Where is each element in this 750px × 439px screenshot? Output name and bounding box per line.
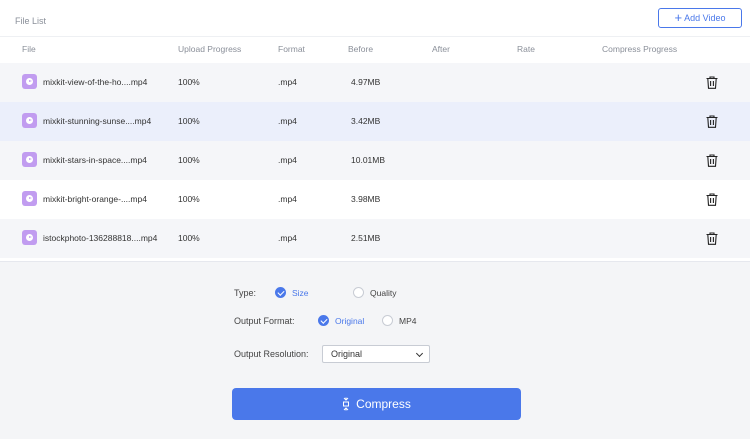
type-size-label: Size [292, 287, 309, 298]
video-file-icon [22, 152, 37, 167]
type-size-radio[interactable]: Size [275, 287, 309, 298]
file-format: .mp4 [278, 194, 297, 204]
size-before: 2.51MB [351, 233, 381, 243]
chevron-down-icon [415, 349, 424, 358]
file-list-panel: File List + Add Video File Upload Progre… [0, 0, 750, 262]
size-before: 10.01MB [351, 155, 386, 165]
type-label: Type: [234, 288, 257, 298]
file-name: mixkit-stunning-sunse....mp4 [43, 116, 152, 126]
video-file-icon [22, 113, 37, 128]
output-format-label: Output Format: [234, 316, 295, 326]
file-name: istockphoto-136288818....mp4 [43, 233, 158, 243]
table-row[interactable]: istockphoto-136288818....mp4 100% .mp4 2… [0, 219, 750, 258]
format-original-radio[interactable]: Original [318, 315, 364, 326]
trash-icon[interactable] [706, 76, 718, 89]
add-video-button[interactable]: + Add Video [658, 8, 742, 28]
trash-icon[interactable] [706, 232, 718, 245]
video-file-icon [22, 191, 37, 206]
type-quality-label: Quality [370, 287, 397, 298]
table-header: File Upload Progress Format Before After… [0, 36, 750, 60]
col-format: Format [278, 44, 305, 54]
compress-icon [343, 397, 350, 411]
upload-progress: 100% [178, 194, 200, 204]
output-resolution-value: Original [331, 349, 363, 359]
table-row[interactable]: mixkit-view-of-the-ho....mp4 100% .mp4 4… [0, 63, 750, 102]
file-name: mixkit-view-of-the-ho....mp4 [43, 77, 148, 87]
table-row[interactable]: mixkit-stunning-sunse....mp4 100% .mp4 3… [0, 102, 750, 141]
upload-progress: 100% [178, 77, 200, 87]
compression-settings: Type: Size Quality Output Format: Origin… [0, 262, 750, 439]
type-quality-radio[interactable]: Quality [353, 287, 396, 298]
col-file: File [22, 44, 36, 54]
col-rate: Rate [517, 44, 535, 54]
col-compress-progress: Compress Progress [602, 44, 678, 54]
file-format: .mp4 [278, 155, 297, 165]
table-row[interactable]: mixkit-stars-in-space....mp4 100% .mp4 1… [0, 141, 750, 180]
format-mp4-label: MP4 [399, 315, 417, 326]
trash-icon[interactable] [706, 115, 718, 128]
trash-icon[interactable] [706, 193, 718, 206]
size-before: 4.97MB [351, 77, 381, 87]
file-format: .mp4 [278, 116, 297, 126]
upload-progress: 100% [178, 233, 200, 243]
video-file-icon [22, 230, 37, 245]
compress-button[interactable]: Compress [232, 388, 521, 420]
radio-unchecked-icon [382, 315, 393, 326]
file-format: .mp4 [278, 77, 297, 87]
upload-progress: 100% [178, 155, 200, 165]
col-after: After [432, 44, 450, 54]
radio-unchecked-icon [353, 287, 364, 298]
col-upload-progress: Upload Progress [178, 44, 242, 54]
add-video-label: Add Video [684, 13, 726, 23]
file-name: mixkit-bright-orange-....mp4 [43, 194, 147, 204]
plus-icon: + [674, 10, 683, 25]
file-rows: mixkit-view-of-the-ho....mp4 100% .mp4 4… [0, 63, 750, 258]
file-name: mixkit-stars-in-space....mp4 [43, 155, 147, 165]
format-original-label: Original [335, 315, 365, 326]
radio-checked-icon [318, 315, 329, 326]
file-format: .mp4 [278, 233, 297, 243]
col-before: Before [348, 44, 374, 54]
panel-title: File List [15, 16, 47, 26]
upload-progress: 100% [178, 116, 200, 126]
table-row[interactable]: mixkit-bright-orange-....mp4 100% .mp4 3… [0, 180, 750, 219]
trash-icon[interactable] [706, 154, 718, 167]
output-resolution-label: Output Resolution: [234, 349, 309, 359]
video-file-icon [22, 74, 37, 89]
size-before: 3.42MB [351, 116, 381, 126]
size-before: 3.98MB [351, 194, 381, 204]
radio-checked-icon [275, 287, 286, 298]
compress-label: Compress [356, 397, 411, 411]
format-mp4-radio[interactable]: MP4 [382, 315, 416, 326]
output-resolution-select[interactable]: Original [322, 345, 430, 363]
